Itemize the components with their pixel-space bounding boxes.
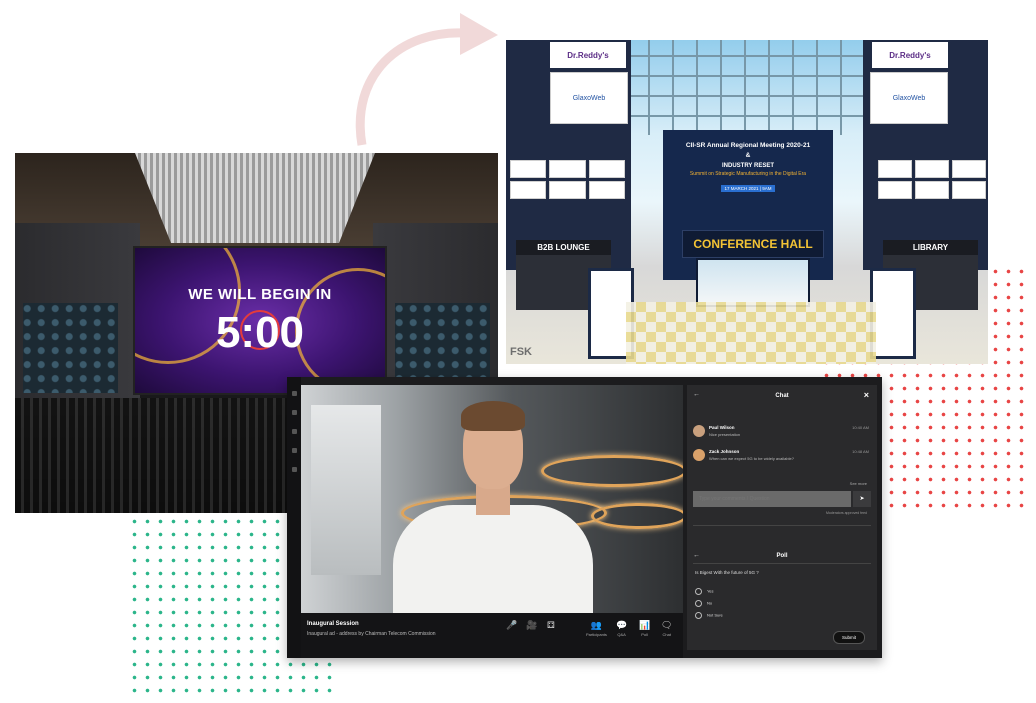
sponsor-logo-left: Dr.Reddy's — [550, 42, 626, 68]
layout-icon[interactable]: ⚃ — [547, 620, 555, 631]
qa-button[interactable]: 💬 Q&A — [616, 620, 627, 637]
mic-icon[interactable]: 🎤 — [506, 620, 517, 631]
speaker-shirt — [393, 505, 593, 613]
poll-option[interactable]: Yes — [695, 588, 714, 595]
strip-icon[interactable] — [291, 467, 297, 472]
strip-icon[interactable] — [291, 429, 297, 434]
info-kiosk-right[interactable] — [870, 268, 916, 359]
submit-button[interactable]: Submit — [833, 631, 865, 644]
session-control-bar: Inaugural Session Inaugural ad - address… — [301, 613, 683, 658]
participants-button[interactable]: 👥 Participants — [586, 620, 607, 637]
left-toolbar — [287, 377, 301, 658]
divider — [693, 525, 871, 526]
event-date: 17 MARCH 2021 | 9AM — [720, 185, 776, 192]
session-name: Inaugural Session — [307, 621, 359, 627]
countdown-timer: 5:00 — [215, 308, 305, 357]
ceiling-light-ring — [541, 455, 683, 487]
lobby-floor — [626, 302, 876, 364]
see-more-link[interactable]: See more — [850, 481, 867, 486]
close-icon[interactable]: × — [864, 390, 869, 400]
chat-header: ← Chat × — [687, 385, 877, 405]
speaker-video — [301, 385, 683, 613]
send-button[interactable]: ➤ — [853, 491, 871, 507]
chat-note: Moderators approved feed — [825, 511, 867, 515]
speaker-hair — [461, 401, 525, 431]
curved-arrow-icon — [355, 13, 498, 146]
countdown-heading: WE WILL BEGIN IN — [188, 286, 332, 303]
session-description: Inaugural ad - address by Chairman Telec… — [307, 631, 436, 637]
chat-message: Paul Wilson Nice presentation 10:40 AM — [693, 425, 871, 445]
radio-icon[interactable] — [695, 612, 702, 619]
virtual-lobby: Dr.Reddy's Dr.Reddy's GlaxoWeb GlaxoWeb … — [506, 40, 988, 364]
glass-ceiling — [626, 40, 876, 135]
chat-input[interactable] — [693, 491, 851, 507]
chat-button[interactable]: 🗨 Chat — [661, 620, 672, 637]
chat-message: Zack Johnson When can we expect 5G to be… — [693, 449, 871, 469]
poll-option[interactable]: Not Sure — [695, 612, 723, 619]
poll-button[interactable]: 📊 Poll — [639, 620, 650, 637]
banner-right: GlaxoWeb — [870, 72, 948, 124]
chat-title: Chat — [775, 393, 789, 399]
conference-hall-entrance[interactable]: CONFERENCE HALL — [682, 230, 824, 258]
conference-hall-door[interactable] — [696, 258, 810, 307]
event-amp: & — [745, 152, 751, 159]
divider — [693, 563, 871, 564]
radio-icon[interactable] — [695, 600, 702, 607]
sponsor-wall-left — [510, 160, 625, 199]
banner-left: GlaxoWeb — [550, 72, 628, 124]
radio-icon[interactable] — [695, 588, 702, 595]
avatar — [693, 449, 705, 461]
camera-icon[interactable]: 🎥 — [526, 620, 537, 631]
event-title: CII-SR Annual Regional Meeting 2020-21 — [685, 142, 811, 149]
poll-question: Is Bigest With the future of 5G ? — [695, 570, 759, 575]
ceiling-baffles — [135, 153, 375, 243]
video-session-window: Inaugural Session Inaugural ad - address… — [287, 377, 882, 658]
avatar — [693, 425, 705, 437]
left-led-panel — [23, 303, 118, 393]
poll-title: Poll — [776, 553, 788, 559]
strip-icon[interactable] — [291, 448, 297, 453]
countdown-screen: WE WILL BEGIN IN 5:00 — [133, 246, 387, 395]
ceiling-light-ring — [591, 503, 683, 529]
strip-icon[interactable] — [291, 410, 297, 415]
poll-option[interactable]: No — [695, 600, 712, 607]
event-summit: Summit on Strategic Manufacturing in the… — [689, 171, 807, 177]
speaker-neck — [476, 485, 510, 515]
event-subtitle: INDUSTRY RESET — [721, 163, 774, 169]
watermark: FSK — [510, 346, 532, 358]
sponsor-wall-right — [878, 160, 986, 199]
background-window — [311, 405, 381, 575]
sponsor-logo-right: Dr.Reddy's — [872, 42, 948, 68]
strip-icon[interactable] — [291, 391, 297, 396]
chat-poll-panel: ← Chat × Paul Wilson Nice presentation 1… — [687, 385, 877, 650]
